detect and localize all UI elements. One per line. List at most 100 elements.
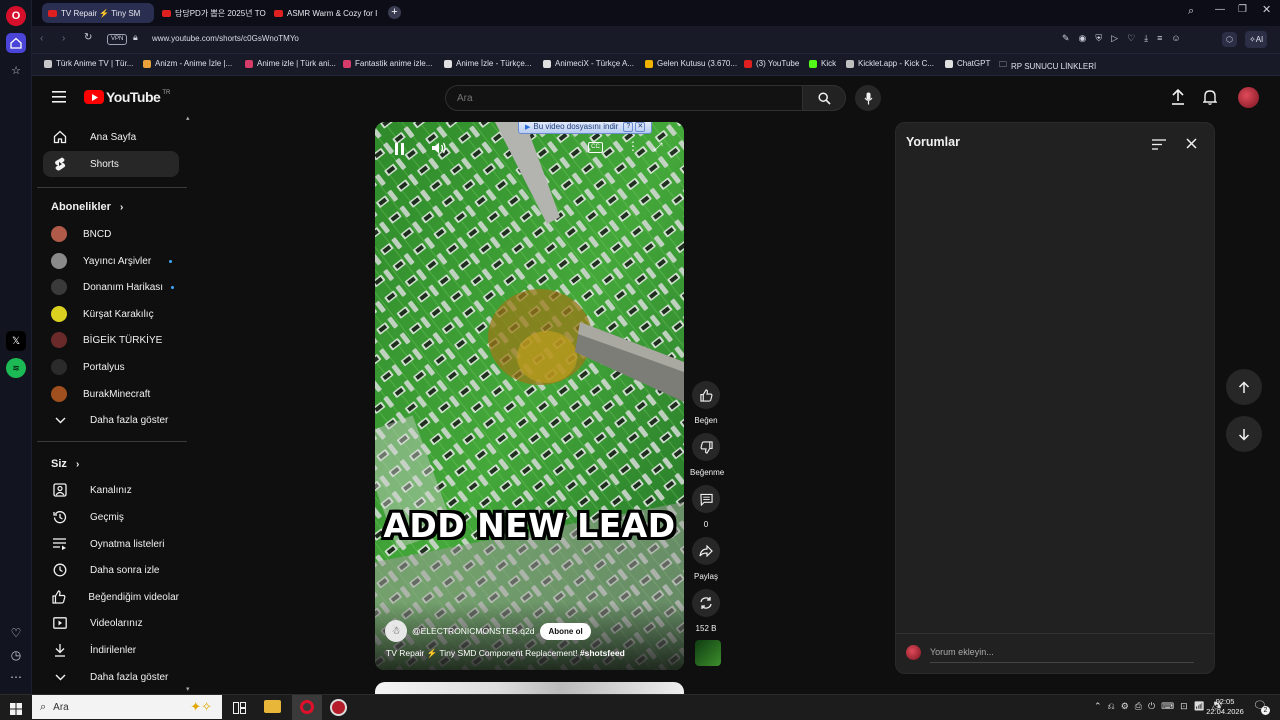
comments-button[interactable]: 0 — [690, 485, 722, 529]
sidebar-item-liked-videos[interactable]: Beğendiğim videolar — [43, 584, 179, 610]
sort-icon[interactable] — [1152, 137, 1166, 155]
back-icon[interactable]: ‹ — [40, 33, 43, 44]
history-icon[interactable]: ◷ — [6, 645, 26, 665]
search-button[interactable] — [802, 85, 846, 111]
subscriptions-header[interactable]: Abonelikler › — [51, 201, 123, 213]
scroll-down-icon[interactable]: ▾ — [186, 685, 190, 693]
minimize-button[interactable]: — — [1215, 4, 1225, 15]
subscription-item[interactable]: Yayıncı Arşivler — [43, 248, 179, 274]
sidebar-item-your-videos[interactable]: Videolarınız — [43, 610, 179, 636]
dislike-button[interactable]: Beğenme — [690, 433, 724, 477]
hamburger-menu-icon[interactable] — [52, 90, 68, 103]
sidebar-item-downloads[interactable]: İndirilenler — [43, 637, 179, 663]
shorts-video-player[interactable]: ▶ Bu video dosyasını indir ? ✕ CC ⋮ ⤢ AD… — [375, 122, 684, 670]
play-icon[interactable]: ▷ — [1111, 33, 1118, 44]
notification-center[interactable]: 🗨︎ 2 — [1253, 699, 1270, 715]
channel-avatar[interactable]: ☃ — [385, 620, 407, 642]
home-icon[interactable] — [6, 33, 26, 53]
close-icon[interactable] — [1186, 136, 1197, 154]
opera-logo-icon[interactable]: O — [6, 6, 26, 26]
subscription-item[interactable]: Donanım Harikası — [43, 274, 179, 300]
bookmark-item[interactable]: AnimeciX - Türkçe A... — [543, 59, 634, 68]
vpn-badge[interactable]: VPN — [107, 34, 128, 45]
subscription-item[interactable]: Kürşat Karakılıç — [43, 301, 179, 327]
fullscreen-icon[interactable]: ⤢ — [653, 140, 663, 155]
new-tab-button[interactable]: + — [388, 6, 401, 19]
bookmark-item[interactable]: (3) YouTube — [744, 59, 799, 68]
like-button[interactable]: Beğen — [690, 381, 722, 425]
close-window-button[interactable]: ✕ — [1262, 3, 1271, 16]
subscription-item[interactable]: BNCD — [43, 221, 179, 247]
url-input[interactable]: www.youtube.com/shorts/c0GsWnoTMYo — [152, 34, 299, 43]
bookmark-item[interactable]: Gelen Kutusu (3.670... — [645, 59, 737, 68]
show-more-you[interactable]: Daha fazla göster — [43, 664, 179, 690]
scroll-up-icon[interactable]: ▴ — [186, 114, 190, 122]
tab-tv-repair[interactable]: TV Repair ⚡ Tiny SM — [42, 3, 154, 23]
show-more-subscriptions[interactable]: Daha fazla göster — [43, 407, 179, 433]
more-options-icon[interactable]: ⋮ — [627, 140, 639, 152]
subscription-item[interactable]: BİGEİK TÜRKİYE — [43, 327, 179, 353]
sidebar-item-shorts[interactable]: Shorts — [43, 151, 179, 177]
add-comment-input[interactable]: Yorum ekleyin... — [930, 647, 1194, 663]
aria-ai-button[interactable]: ✧AI — [1245, 31, 1268, 48]
bookmark-folder[interactable]: 🗀︎ RP SUNUCU LİNKLERİ — [999, 59, 1096, 73]
upload-icon[interactable] — [1171, 88, 1185, 110]
profile-icon[interactable]: ☺ — [1171, 33, 1180, 44]
task-view-icon[interactable] — [233, 701, 246, 719]
download-icon[interactable]: ⤓ — [1144, 33, 1148, 44]
account-avatar[interactable] — [1238, 87, 1259, 108]
you-header[interactable]: Siz › — [51, 458, 79, 470]
previous-short-button[interactable] — [1226, 369, 1262, 405]
captions-icon[interactable]: CC — [588, 142, 603, 153]
pause-icon[interactable] — [395, 142, 405, 160]
camera-icon[interactable]: ◉ — [1079, 33, 1087, 44]
video-title[interactable]: TV Repair ⚡ Tiny SMD Component Replaceme… — [386, 648, 625, 659]
bookmark-item[interactable]: Kick — [809, 59, 836, 68]
bookmark-item[interactable]: Kicklet.app - Kick C... — [846, 59, 934, 68]
x-twitter-icon[interactable]: 𝕏 — [6, 331, 26, 351]
voice-search-button[interactable] — [855, 85, 881, 111]
edit-icon[interactable]: ✎ — [1062, 33, 1070, 44]
lock-icon[interactable]: 🔒︎ — [133, 32, 138, 43]
sidebar-item-watch-later[interactable]: Daha sonra izle — [43, 557, 179, 583]
subscription-item[interactable]: Portalyus — [43, 354, 179, 380]
star-icon[interactable]: ☆ — [6, 60, 26, 80]
bookmark-item[interactable]: Fantastik anime izle... — [343, 59, 432, 68]
bookmark-item[interactable]: Anime İzle - Türkçe... — [444, 59, 531, 68]
tab-asmr[interactable]: ASMR Warm & Cozy for I — [268, 3, 380, 23]
app-icon[interactable] — [330, 699, 347, 716]
heart-icon[interactable]: ♡ — [1127, 33, 1135, 44]
menu-icon[interactable]: ≡ — [1157, 33, 1162, 44]
sidebar-item-playlists[interactable]: Oynatma listeleri — [43, 531, 179, 557]
next-short-button[interactable] — [1226, 416, 1262, 452]
tab-pd[interactable]: 담당PD가 뽑은 2025년 TO — [156, 3, 266, 23]
windows-search-box[interactable]: ⌕ Ara ✦✧ — [32, 695, 222, 719]
subscription-item[interactable]: BurakMinecraft — [43, 381, 179, 407]
hashtag-link[interactable]: #shotsfeed — [580, 648, 625, 658]
search-input[interactable] — [446, 86, 802, 110]
close-icon[interactable]: ✕ — [635, 122, 646, 132]
maximize-button[interactable]: ❐ — [1238, 4, 1247, 15]
windows-start-icon[interactable] — [10, 702, 22, 720]
sidebar-item-your-channel[interactable]: Kanalınız — [43, 477, 179, 503]
volume-icon[interactable] — [431, 141, 447, 160]
notifications-bell-icon[interactable] — [1202, 89, 1218, 110]
search-box[interactable] — [445, 85, 803, 111]
youtube-logo[interactable]: YouTube TR — [84, 89, 170, 105]
file-explorer-icon[interactable] — [264, 700, 281, 713]
remix-button[interactable]: 152 B — [690, 589, 722, 633]
subscribe-button[interactable]: Abone ol — [540, 622, 591, 640]
extensions-icon[interactable]: ⬡ — [1222, 32, 1237, 47]
more-icon[interactable]: ⋯ — [6, 667, 26, 687]
channel-handle[interactable]: @ELECTRONICMONSTER.q2d — [412, 626, 534, 636]
sidebar-item-history[interactable]: Geçmiş — [43, 504, 179, 530]
bookmark-item[interactable]: Anizm - Anime İzle |... — [143, 59, 232, 68]
bookmark-item[interactable]: Anime izle | Türk ani... — [245, 59, 336, 68]
heart-icon[interactable]: ♡ — [6, 623, 26, 643]
spotify-icon[interactable]: ≋ — [6, 358, 26, 378]
next-short-preview[interactable] — [375, 682, 684, 694]
share-button[interactable]: Paylaş — [690, 537, 722, 581]
search-tabs-icon[interactable]: ⌕ — [1188, 5, 1194, 18]
download-video-banner[interactable]: ▶ Bu video dosyasını indir ? ✕ — [518, 122, 653, 134]
sidebar-item-home[interactable]: Ana Sayfa — [43, 124, 179, 150]
